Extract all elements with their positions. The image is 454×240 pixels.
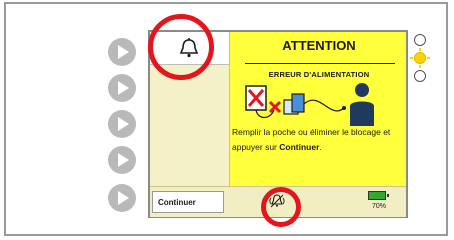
status-led-middle-active	[414, 52, 426, 64]
softkey-3[interactable]	[108, 110, 136, 138]
softkey-4[interactable]	[108, 146, 136, 174]
led-glow	[419, 65, 421, 68]
led-glow	[427, 57, 430, 59]
battery-icon	[368, 191, 389, 200]
led-glow	[419, 48, 421, 51]
instruction-period: .	[319, 142, 322, 152]
status-led-top	[414, 34, 426, 46]
softkey-2[interactable]	[108, 74, 136, 102]
title-divider	[245, 63, 395, 64]
alarm-subtitle: ERREUR D'ALIMENTATION	[268, 70, 370, 79]
feeding-error-illustration	[245, 83, 374, 126]
softkey-1[interactable]	[108, 38, 136, 66]
continue-button[interactable]: Continuer	[152, 191, 224, 213]
instruction-continue-word: Continuer	[279, 142, 320, 152]
highlight-circle-bell	[148, 14, 214, 80]
led-glow	[410, 57, 413, 59]
highlight-circle-mute	[261, 187, 301, 227]
alarm-instruction: Remplir la poche ou éliminer le blocage …	[232, 125, 406, 155]
alarm-title: ATTENTION	[282, 38, 356, 53]
battery-level: 70%	[372, 203, 387, 210]
softkey-5[interactable]	[108, 184, 136, 212]
status-led-bottom	[414, 70, 426, 82]
